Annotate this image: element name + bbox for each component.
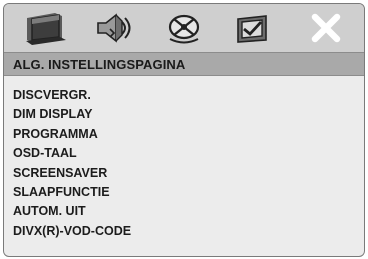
menu-item-sleep-timer[interactable]: SLAAPFUNCTIE — [4, 183, 364, 202]
tab-general-setup[interactable] — [18, 7, 76, 49]
menu-icon-bar — [4, 4, 364, 52]
tab-dolby-setup[interactable] — [156, 7, 214, 49]
settings-menu-list: DISCVERGR. DIM DISPLAY PROGRAMMA OSD-TAA… — [4, 86, 364, 241]
dolby-disc-icon — [168, 14, 200, 44]
tab-preference-setup[interactable] — [224, 7, 282, 49]
menu-item-disc-lock[interactable]: DISCVERGR. — [4, 86, 364, 105]
tab-audio-setup[interactable] — [86, 7, 144, 49]
menu-item-auto-standby[interactable]: AUTOM. UIT — [4, 202, 364, 221]
tab-exit[interactable] — [297, 7, 355, 49]
menu-item-divx-vod-code[interactable]: DIVX(R)-VOD-CODE — [4, 222, 364, 241]
checkbox-preferences-icon — [237, 15, 267, 43]
menu-item-osd-language[interactable]: OSD-TAAL — [4, 144, 364, 163]
menu-item-program[interactable]: PROGRAMMA — [4, 125, 364, 144]
page-header-bar: ALG. INSTELLINGSPAGINA — [4, 52, 364, 76]
page-title: ALG. INSTELLINGSPAGINA — [13, 57, 186, 72]
speaker-audio-icon — [97, 13, 131, 43]
setup-menu-panel: ALG. INSTELLINGSPAGINA DISCVERGR. DIM DI… — [3, 3, 365, 257]
tv-screen-icon — [26, 13, 66, 45]
close-x-icon — [311, 13, 341, 43]
menu-item-screensaver[interactable]: SCREENSAVER — [4, 164, 364, 183]
menu-item-dim-display[interactable]: DIM DISPLAY — [4, 105, 364, 124]
